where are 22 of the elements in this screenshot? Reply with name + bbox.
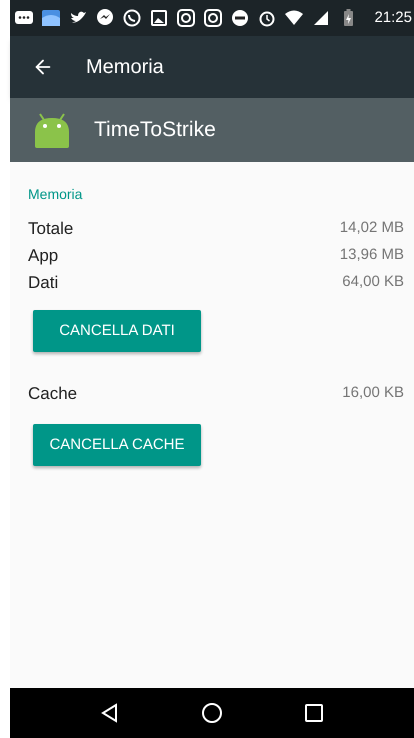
storage-value: 14,02 MB [340,218,404,238]
phone-chat-icon [122,8,142,28]
clear-button[interactable]: CANCELLA DATI [33,310,201,352]
image-icon [149,8,169,28]
storage-value: 64,00 KB [342,272,404,292]
section-title: Memoria [28,185,84,204]
app-name: TimeToStrike [94,117,216,144]
storage-value: 13,96 MB [340,245,404,266]
storage-label: App [28,244,58,267]
camera-icon [176,8,196,28]
messenger-icon [95,8,115,28]
status-time: 21:25 [374,8,412,28]
storage-label: Totale [28,218,74,240]
do-not-disturb-icon [230,8,250,28]
camera-icon [203,8,223,28]
storage-value: 16,00 KB [342,383,404,404]
storage-label: Dati [28,272,58,294]
clear-button[interactable]: CANCELLA CACHE [33,424,201,466]
toolbar-title: Memoria [86,55,164,80]
storage-label: Cache [28,382,78,405]
recents-square-icon[interactable] [304,703,324,723]
home-circle-icon[interactable] [200,702,223,724]
